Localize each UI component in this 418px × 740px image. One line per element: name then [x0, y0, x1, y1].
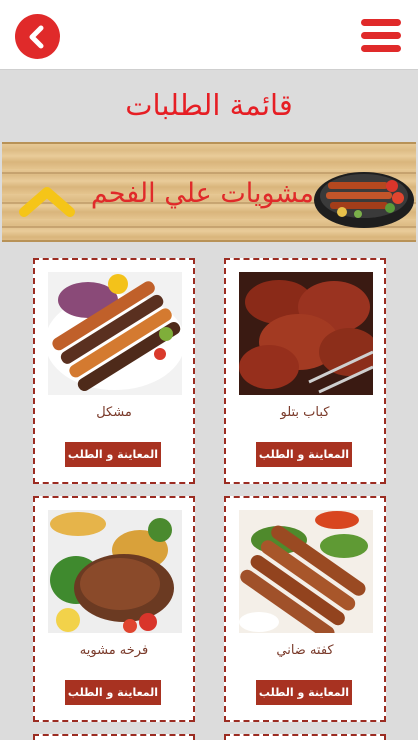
page-title: قائمة الطلبات: [125, 88, 293, 122]
item-name: مشكل: [96, 405, 132, 420]
item-photo: [48, 510, 182, 633]
category-title: مشويات علي الفحم: [90, 178, 314, 209]
menu-item-card-partial[interactable]: [33, 734, 195, 740]
category-banner[interactable]: مشويات علي الفحم: [2, 142, 416, 242]
back-button[interactable]: [15, 14, 60, 59]
top-bar: [0, 0, 418, 70]
item-name: كفته ضاني: [276, 643, 334, 658]
item-photo: [48, 272, 182, 395]
menu-item-card-partial[interactable]: [224, 734, 386, 740]
preview-order-button[interactable]: المعاينة و الطلب: [256, 442, 352, 467]
menu-item-card[interactable]: مشكل المعاينة و الطلب: [33, 258, 195, 484]
preview-order-button[interactable]: المعاينة و الطلب: [65, 442, 161, 467]
grill-image: [314, 172, 414, 228]
chevron-left-icon: [29, 25, 43, 48]
menu-item-card[interactable]: فرخه مشويه المعاينة و الطلب: [33, 496, 195, 722]
menu-item-card[interactable]: كباب بتلو المعاينة و الطلب: [224, 258, 386, 484]
preview-order-button[interactable]: المعاينة و الطلب: [65, 680, 161, 705]
item-name: كباب بتلو: [280, 405, 330, 420]
menu-item-card[interactable]: كفته ضاني المعاينة و الطلب: [224, 496, 386, 722]
item-photo: [239, 510, 373, 633]
chevron-up-icon[interactable]: [18, 184, 76, 218]
hamburger-menu-icon: [361, 19, 401, 26]
item-photo: [239, 272, 373, 395]
item-name: فرخه مشويه: [79, 643, 149, 658]
hamburger-menu-button[interactable]: [361, 19, 401, 52]
preview-order-button[interactable]: المعاينة و الطلب: [256, 680, 352, 705]
